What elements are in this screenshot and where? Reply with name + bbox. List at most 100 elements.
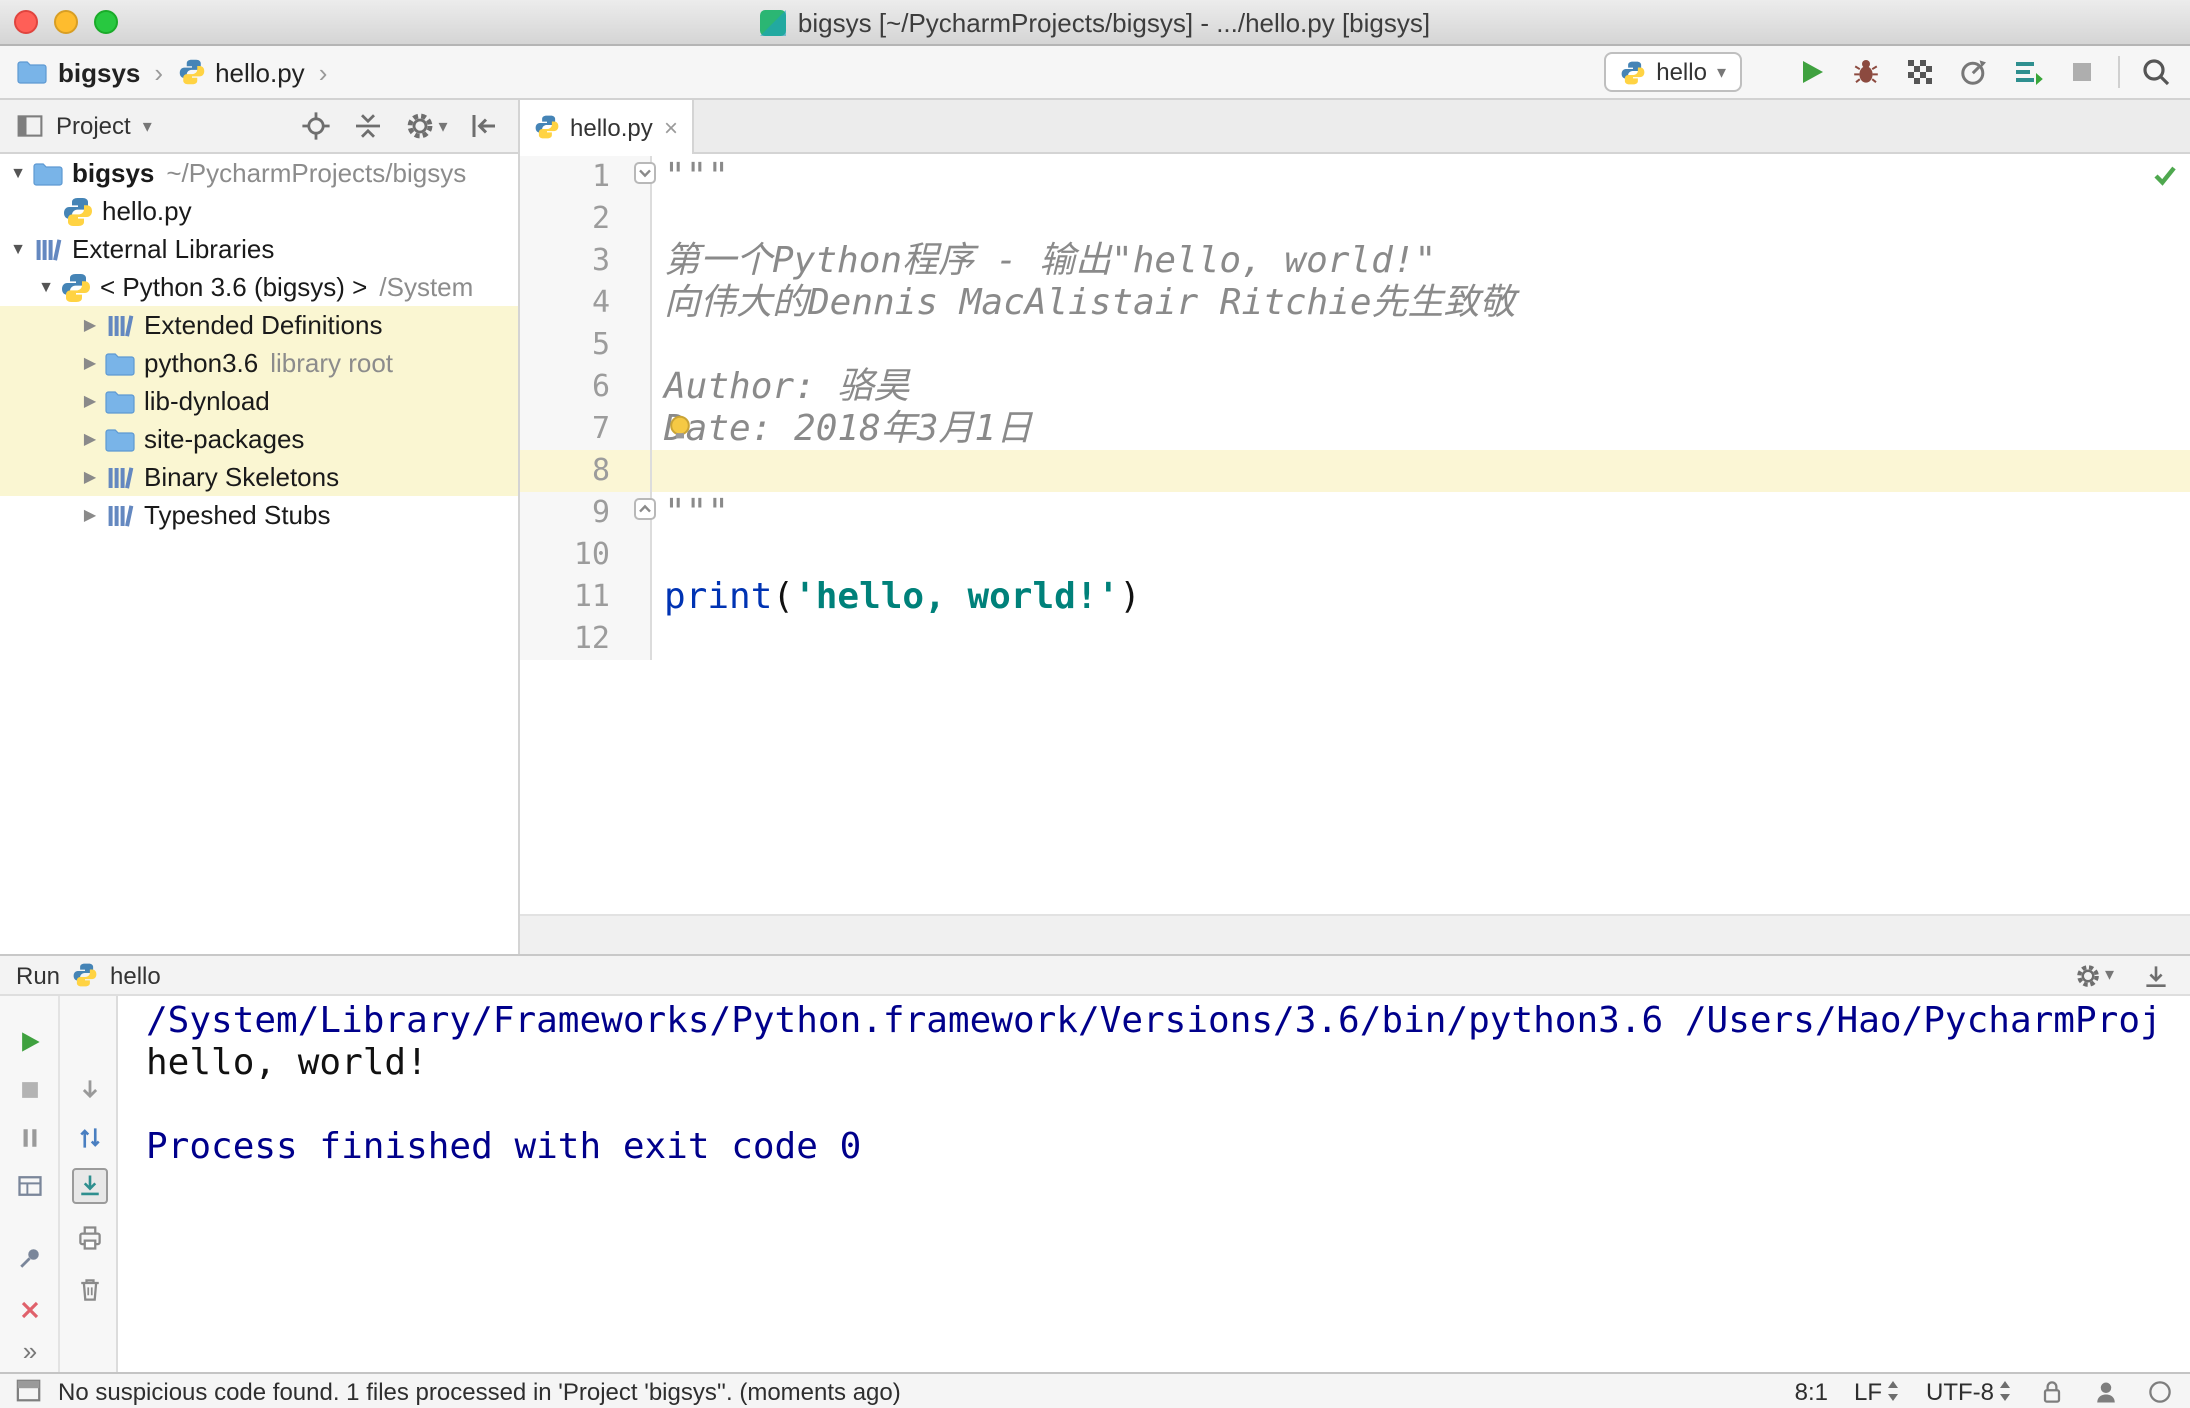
stop-process-button[interactable] [12, 1072, 48, 1108]
tree-row-lib-dynload[interactable]: ▶ lib-dynload [0, 382, 518, 420]
project-panel-title[interactable]: Project [56, 112, 131, 140]
run-settings-button[interactable]: ▾ [2075, 961, 2114, 989]
locate-file-button[interactable] [298, 108, 334, 144]
tree-row-hello-py[interactable]: hello.py [0, 192, 518, 230]
docstring-text: 第一个Python程序 - 输出"hello, world!" [664, 240, 1437, 282]
string-literal: 'hello, world!' [794, 576, 1120, 618]
hide-run-panel-button[interactable] [2138, 957, 2174, 993]
code-line: 7 Date: 2018年3月1日 [520, 408, 2190, 450]
arrow-down-icon [82, 1080, 98, 1099]
run-icon [1803, 61, 1823, 83]
code-line: 1 """ [520, 156, 2190, 198]
inspections-widget-icon[interactable] [16, 1378, 42, 1404]
crosshair-icon [302, 112, 330, 140]
console-empty-line [146, 1084, 2190, 1126]
encoding-value: UTF-8 [1926, 1377, 1994, 1405]
line-separator-widget[interactable]: LF [1854, 1377, 1900, 1405]
docstring-text: Date: 2018年3月1日 [664, 408, 1033, 450]
encoding-widget[interactable]: UTF-8 [1926, 1377, 2012, 1405]
concurrency-diagram-button[interactable] [2010, 54, 2046, 90]
library-icon [104, 309, 136, 341]
code-line: 3 第一个Python程序 - 输出"hello, world!" [520, 240, 2190, 282]
tab-hello-py[interactable]: hello.py × [520, 100, 694, 154]
breadcrumb-project[interactable]: bigsys [58, 57, 140, 87]
hector-inspections-icon[interactable] [2092, 1377, 2120, 1405]
editor-scrollbar-track[interactable] [520, 914, 2190, 954]
restore-layout-button[interactable] [12, 1168, 48, 1204]
docstring-delimiter: """ [664, 492, 730, 534]
event-log-icon[interactable] [2146, 1377, 2174, 1405]
docstring-text: 向伟大的Dennis MacAlistair Ritchie先生致敬 [664, 282, 1516, 324]
search-everywhere-button[interactable] [2138, 54, 2174, 90]
tree-row-typeshed-stubs[interactable]: ▶ Typeshed Stubs [0, 496, 518, 534]
pause-output-button[interactable] [12, 1120, 48, 1156]
gear-icon [2075, 961, 2103, 989]
collapse-arrow-icon[interactable]: ▶ [76, 392, 104, 410]
tree-row-site-packages[interactable]: ▶ site-packages [0, 420, 518, 458]
run-panel-title: Run [16, 961, 61, 989]
tree-row-bigsys[interactable]: ▼ bigsys ~/PycharmProjects/bigsys [0, 154, 518, 192]
chevron-down-icon: ▾ [2104, 964, 2114, 984]
run-with-coverage-button[interactable] [1902, 54, 1938, 90]
expand-arrow-icon[interactable]: ▼ [4, 240, 32, 258]
expand-arrow-icon[interactable]: ▼ [32, 278, 60, 296]
collapse-arrow-icon[interactable]: ▶ [76, 506, 104, 524]
line-number: 5 [520, 324, 652, 366]
docstring-text: Author: 骆昊 [664, 366, 910, 408]
readonly-lock-icon[interactable] [2038, 1377, 2066, 1405]
folder-icon [104, 423, 136, 455]
collapse-arrow-icon[interactable]: ▶ [76, 354, 104, 372]
fold-start-marker[interactable] [634, 162, 656, 184]
soft-wrap-button[interactable] [72, 1120, 108, 1156]
down-the-stacktrace-button[interactable] [72, 1072, 108, 1108]
folder-icon [32, 157, 64, 189]
library-icon [104, 461, 136, 493]
tree-row-extended-definitions[interactable]: ▶ Extended Definitions [0, 306, 518, 344]
run-console[interactable]: /System/Library/Frameworks/Python.framew… [120, 996, 2190, 1372]
collapse-arrow-icon[interactable]: ▶ [76, 316, 104, 334]
scroll-to-end-button[interactable] [72, 1168, 108, 1204]
line-number: 7 [520, 408, 652, 450]
inspection-status-icon[interactable] [2152, 162, 2178, 188]
clear-all-button[interactable] [72, 1272, 108, 1308]
caret-position-widget[interactable]: 8:1 [1795, 1377, 1828, 1405]
debug-button[interactable] [1848, 54, 1884, 90]
line-number: 3 [520, 240, 652, 282]
collapse-arrow-icon[interactable]: ▶ [76, 468, 104, 486]
tree-row-external-libraries[interactable]: ▼ External Libraries [0, 230, 518, 268]
code-editor[interactable]: 1 """ 2 3 第一个Python程序 - 输出"hello, world!… [520, 154, 2190, 914]
stop-button[interactable] [2064, 54, 2100, 90]
print-button[interactable] [72, 1220, 108, 1256]
hidden-actions-button[interactable]: » [12, 1332, 48, 1368]
collapse-all-button[interactable] [350, 108, 386, 144]
code-line: 12 [520, 618, 2190, 660]
hide-panel-button[interactable] [466, 108, 502, 144]
settings-button[interactable]: ▾ [402, 108, 450, 144]
run-config-selector[interactable]: hello ▾ [1604, 52, 1742, 92]
breadcrumb-file[interactable]: hello.py [215, 57, 305, 87]
tree-item-label: Binary Skeletons [144, 462, 340, 492]
profile-button[interactable] [1956, 54, 1992, 90]
project-panel-header: Project ▾ ▾ [0, 100, 520, 154]
tab-label: hello.py [570, 113, 653, 141]
run-button[interactable] [1794, 54, 1830, 90]
tree-row-python-sdk[interactable]: ▼ < Python 3.6 (bigsys) > /System [0, 268, 518, 306]
chevron-right-icon: › [318, 57, 328, 87]
project-tree: ▼ bigsys ~/PycharmProjects/bigsys hello.… [0, 154, 520, 954]
intention-bulb-icon[interactable] [666, 414, 694, 442]
fold-end-marker[interactable] [634, 498, 656, 520]
pause-icon [23, 1129, 37, 1147]
close-run-tab-button[interactable] [12, 1292, 48, 1328]
rerun-button[interactable] [12, 1024, 48, 1060]
tree-row-python36-library-root[interactable]: ▶ python3.6 library root [0, 344, 518, 382]
close-icon[interactable]: × [664, 115, 678, 139]
tree-item-label: < Python 3.6 (bigsys) > [100, 272, 368, 302]
expand-arrow-icon[interactable]: ▼ [4, 164, 32, 182]
tree-row-binary-skeletons[interactable]: ▶ Binary Skeletons [0, 458, 518, 496]
chevron-down-icon: ▾ [1716, 61, 1726, 81]
collapse-arrow-icon[interactable]: ▶ [76, 430, 104, 448]
tree-item-label: site-packages [144, 424, 305, 454]
tree-item-path: /System [379, 272, 474, 302]
pin-tab-button[interactable] [12, 1240, 48, 1276]
hide-left-icon [472, 115, 495, 137]
